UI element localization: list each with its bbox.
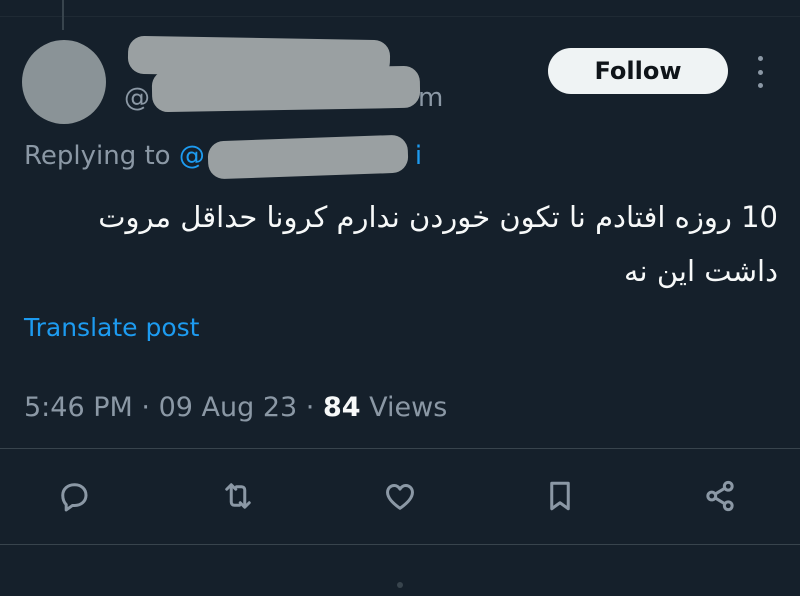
like-button[interactable] [378, 474, 422, 518]
bookmark-button[interactable] [538, 474, 582, 518]
follow-button[interactable]: Follow [548, 48, 728, 94]
handle-prefix: @ [124, 83, 150, 113]
tweet-meta: 5:46 PM · 09 Aug 23 · 84 Views [24, 390, 447, 426]
tweet-text: 10 روزه افتادم نا تکون خوردن ندارم کرونا… [98, 200, 778, 288]
divider [0, 448, 800, 449]
retweet-icon [225, 483, 251, 509]
top-divider [0, 16, 800, 17]
divider [0, 544, 800, 545]
mention-suffix: i [414, 141, 423, 171]
bookmark-icon [550, 481, 570, 511]
tweet-time[interactable]: 5:46 PM [24, 392, 133, 423]
more-options-icon[interactable] [750, 56, 770, 88]
tweet-date[interactable]: 09 Aug 23 [159, 392, 298, 423]
share-icon [706, 480, 734, 512]
views-label: Views [369, 392, 448, 423]
handle-suffix: m [418, 83, 444, 113]
thread-line [62, 0, 64, 30]
bottom-dot [397, 582, 403, 588]
replying-to-label: Replying to [24, 141, 179, 171]
share-button[interactable] [698, 474, 742, 518]
reply-button[interactable] [52, 474, 96, 518]
redacted-handle [151, 65, 421, 113]
redacted-mention [207, 134, 409, 180]
like-icon [386, 484, 414, 510]
views-count: 84 [322, 392, 361, 423]
repost-button[interactable] [216, 474, 260, 518]
avatar[interactable] [22, 40, 106, 124]
reply-icon [61, 483, 88, 512]
translate-post-link[interactable]: Translate post [24, 312, 199, 344]
mention-prefix: @ [178, 141, 205, 171]
meta-separator: · [141, 392, 150, 423]
meta-separator: · [305, 392, 315, 423]
